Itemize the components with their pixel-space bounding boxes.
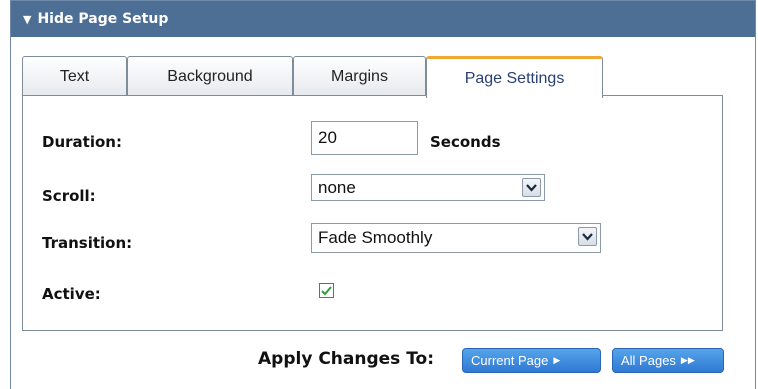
tab-text[interactable]: Text: [22, 56, 127, 96]
active-label: Active:: [42, 285, 101, 303]
checkmark-icon: [321, 285, 332, 295]
tab-background[interactable]: Background: [127, 56, 293, 96]
chevron-down-icon[interactable]: [522, 178, 541, 197]
collapse-arrow-icon: ▼: [23, 12, 32, 26]
tab-margins[interactable]: Margins: [293, 56, 426, 96]
tab-page-settings[interactable]: Page Settings: [426, 56, 603, 98]
hide-page-setup-toggle[interactable]: ▼ Hide Page Setup: [11, 1, 755, 37]
apply-all-pages-button[interactable]: All Pages ▶▶: [612, 348, 724, 373]
page-settings-content: Duration: 20 Seconds Scroll: none Transi…: [22, 95, 723, 331]
double-chevron-right-icon: ▶▶: [680, 355, 695, 365]
scroll-selected-value: none: [318, 177, 356, 197]
scroll-select[interactable]: none: [311, 174, 545, 201]
apply-current-page-button[interactable]: Current Page ▶: [462, 348, 601, 373]
transition-selected-value: Fade Smoothly: [318, 228, 433, 247]
transition-select[interactable]: Fade Smoothly: [311, 223, 601, 253]
tab-label: Margins: [331, 67, 388, 85]
chevron-down-icon[interactable]: [578, 227, 597, 246]
panel-header-title: Hide Page Setup: [37, 11, 169, 27]
tab-label: Background: [167, 67, 253, 85]
button-label: Current Page: [471, 353, 549, 368]
tab-label: Text: [59, 67, 90, 85]
button-label: All Pages: [621, 353, 676, 368]
apply-changes-label: Apply Changes To:: [258, 349, 435, 369]
scroll-label: Scroll:: [42, 187, 96, 205]
duration-input[interactable]: 20: [311, 121, 418, 155]
chevron-right-icon: ▶: [553, 355, 561, 365]
duration-unit-label: Seconds: [430, 133, 501, 151]
transition-label: Transition:: [42, 234, 133, 252]
duration-label: Duration:: [42, 133, 122, 151]
tab-label: Page Settings: [464, 69, 565, 87]
duration-value: 20: [318, 128, 337, 147]
active-checkbox[interactable]: [319, 283, 334, 298]
